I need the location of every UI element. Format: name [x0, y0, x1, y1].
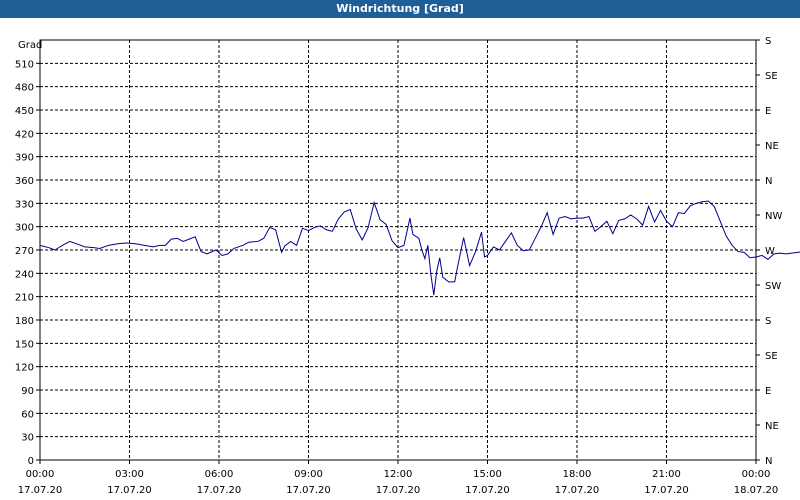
right-tick-label: N — [765, 456, 772, 467]
right-tick-label: W — [765, 246, 775, 257]
y-tick-label: 270 — [15, 246, 34, 257]
x-tick-date: 17.07.20 — [644, 485, 689, 496]
right-tick-label: SW — [765, 281, 781, 292]
y-axis-label: Grad — [18, 40, 42, 51]
x-tick-date: 17.07.20 — [197, 485, 242, 496]
y-tick-label: 360 — [15, 176, 34, 187]
x-tick-date: 17.07.20 — [107, 485, 152, 496]
y-axis-left: 0 30 60 90 120 150 180 210 240 270 300 330 360 390 420… — [15, 59, 40, 467]
x-tick-date: 17.07.20 — [18, 485, 63, 496]
wind-direction-chart: 0 30 60 90 120 150 180 210 240 270 300 330 360 390 420… — [15, 36, 800, 496]
y-tick-label: 120 — [15, 363, 34, 374]
y-tick-label: 330 — [15, 199, 34, 210]
x-tick-date: 17.07.20 — [376, 485, 421, 496]
x-tick-date: 18.07.20 — [734, 485, 779, 496]
y-tick-label: 150 — [15, 339, 34, 350]
right-tick-label: SE — [765, 351, 778, 362]
y-tick-label: 90 — [21, 386, 34, 397]
x-tick-time: 06:00 — [205, 469, 234, 480]
y-tick-label: 0 — [28, 456, 34, 467]
right-tick-label: NE — [765, 141, 779, 152]
x-tick-time: 00:00 — [26, 469, 55, 480]
y-tick-label: 450 — [15, 106, 34, 117]
right-tick-label: E — [765, 106, 771, 117]
x-tick-time: 12:00 — [384, 469, 413, 480]
y-tick-label: 390 — [15, 153, 34, 164]
right-tick-label: S — [765, 36, 771, 47]
x-tick-date: 17.07.20 — [555, 485, 600, 496]
x-tick-time: 18:00 — [563, 469, 592, 480]
x-tick-time: 09:00 — [294, 469, 323, 480]
x-tick-date: 17.07.20 — [465, 485, 510, 496]
x-tick-date: 17.07.20 — [286, 485, 331, 496]
y-tick-label: 180 — [15, 316, 34, 327]
y-tick-label: 240 — [15, 269, 34, 280]
y-tick-label: 480 — [15, 83, 34, 94]
x-tick-time: 00:00 — [742, 469, 771, 480]
right-tick-label: NE — [765, 421, 779, 432]
y-tick-label: 420 — [15, 129, 34, 140]
x-tick-time: 21:00 — [652, 469, 681, 480]
x-axis: 00:00 17.07.20 03:00 17.07.20 06:00 17.07.20 0… — [18, 460, 779, 496]
right-tick-label: NW — [765, 211, 782, 222]
y-tick-label: 210 — [15, 293, 34, 304]
right-tick-label: N — [765, 176, 772, 187]
y-tick-label: 510 — [15, 59, 34, 70]
right-tick-label: E — [765, 386, 771, 397]
y-tick-label: 30 — [21, 433, 34, 444]
x-tick-time: 15:00 — [473, 469, 502, 480]
right-tick-label: SE — [765, 71, 778, 82]
y-axis-right: N NE E SE S SW W NW N NE E SE S — [756, 36, 782, 467]
right-tick-label: S — [765, 316, 771, 327]
y-tick-label: 300 — [15, 223, 34, 234]
x-tick-time: 03:00 — [115, 469, 144, 480]
y-tick-label: 60 — [21, 409, 34, 420]
